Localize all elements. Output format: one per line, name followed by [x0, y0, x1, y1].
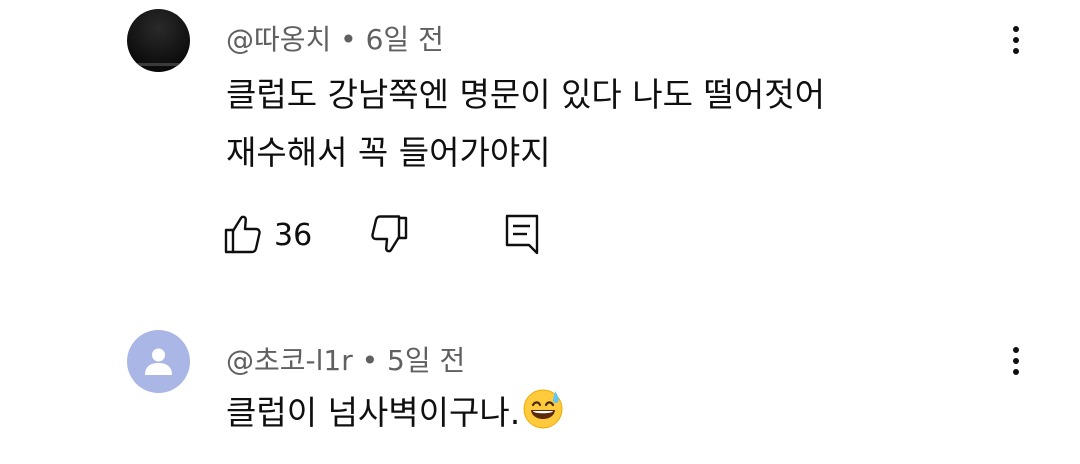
dislike-button[interactable]	[370, 212, 410, 256]
more-vertical-icon	[1013, 37, 1019, 43]
avatar[interactable]	[127, 9, 190, 72]
comment-text-line: 재수해서 꼭 들어가야지	[226, 133, 551, 172]
comment-meta: @따옹치 • 6일 전	[226, 23, 444, 56]
comment-item: @따옹치 • 6일 전 클럽도 강남쪽엔 명문이 있다 나도 떨어젓어 재수해서…	[0, 0, 1080, 300]
comment-text-line: 클럽도 강남쪽엔 명문이 있다 나도 떨어젓어	[226, 75, 825, 114]
like-count: 36	[274, 218, 313, 253]
comment-item: @초코-l1r • 5일 전 클럽이 넘사벽이구나.	[0, 320, 1080, 464]
reply-comment-icon	[505, 214, 539, 255]
comment-text-line: 클럽이 넘사벽이구나.	[226, 393, 521, 432]
more-vertical-icon	[1013, 358, 1019, 364]
thumbs-up-icon	[224, 215, 261, 254]
comment-meta: @초코-l1r • 5일 전	[226, 344, 466, 377]
more-vertical-icon	[1013, 48, 1019, 54]
comment-text: 클럽도 강남쪽엔 명문이 있다 나도 떨어젓어 재수해서 꼭 들어가야지	[226, 66, 825, 182]
grinning-sweat-emoji	[523, 389, 563, 429]
like-button[interactable]	[222, 212, 262, 256]
more-options-button[interactable]	[1001, 341, 1031, 381]
avatar[interactable]	[127, 330, 190, 393]
more-vertical-icon	[1013, 26, 1019, 32]
more-vertical-icon	[1013, 369, 1019, 375]
comment-text: 클럽이 넘사벽이구나.	[226, 384, 564, 442]
reply-button[interactable]	[502, 212, 542, 256]
default-person-icon	[145, 348, 172, 375]
more-vertical-icon	[1013, 347, 1019, 353]
thumbs-down-icon	[371, 215, 408, 253]
more-options-button[interactable]	[1001, 20, 1031, 60]
